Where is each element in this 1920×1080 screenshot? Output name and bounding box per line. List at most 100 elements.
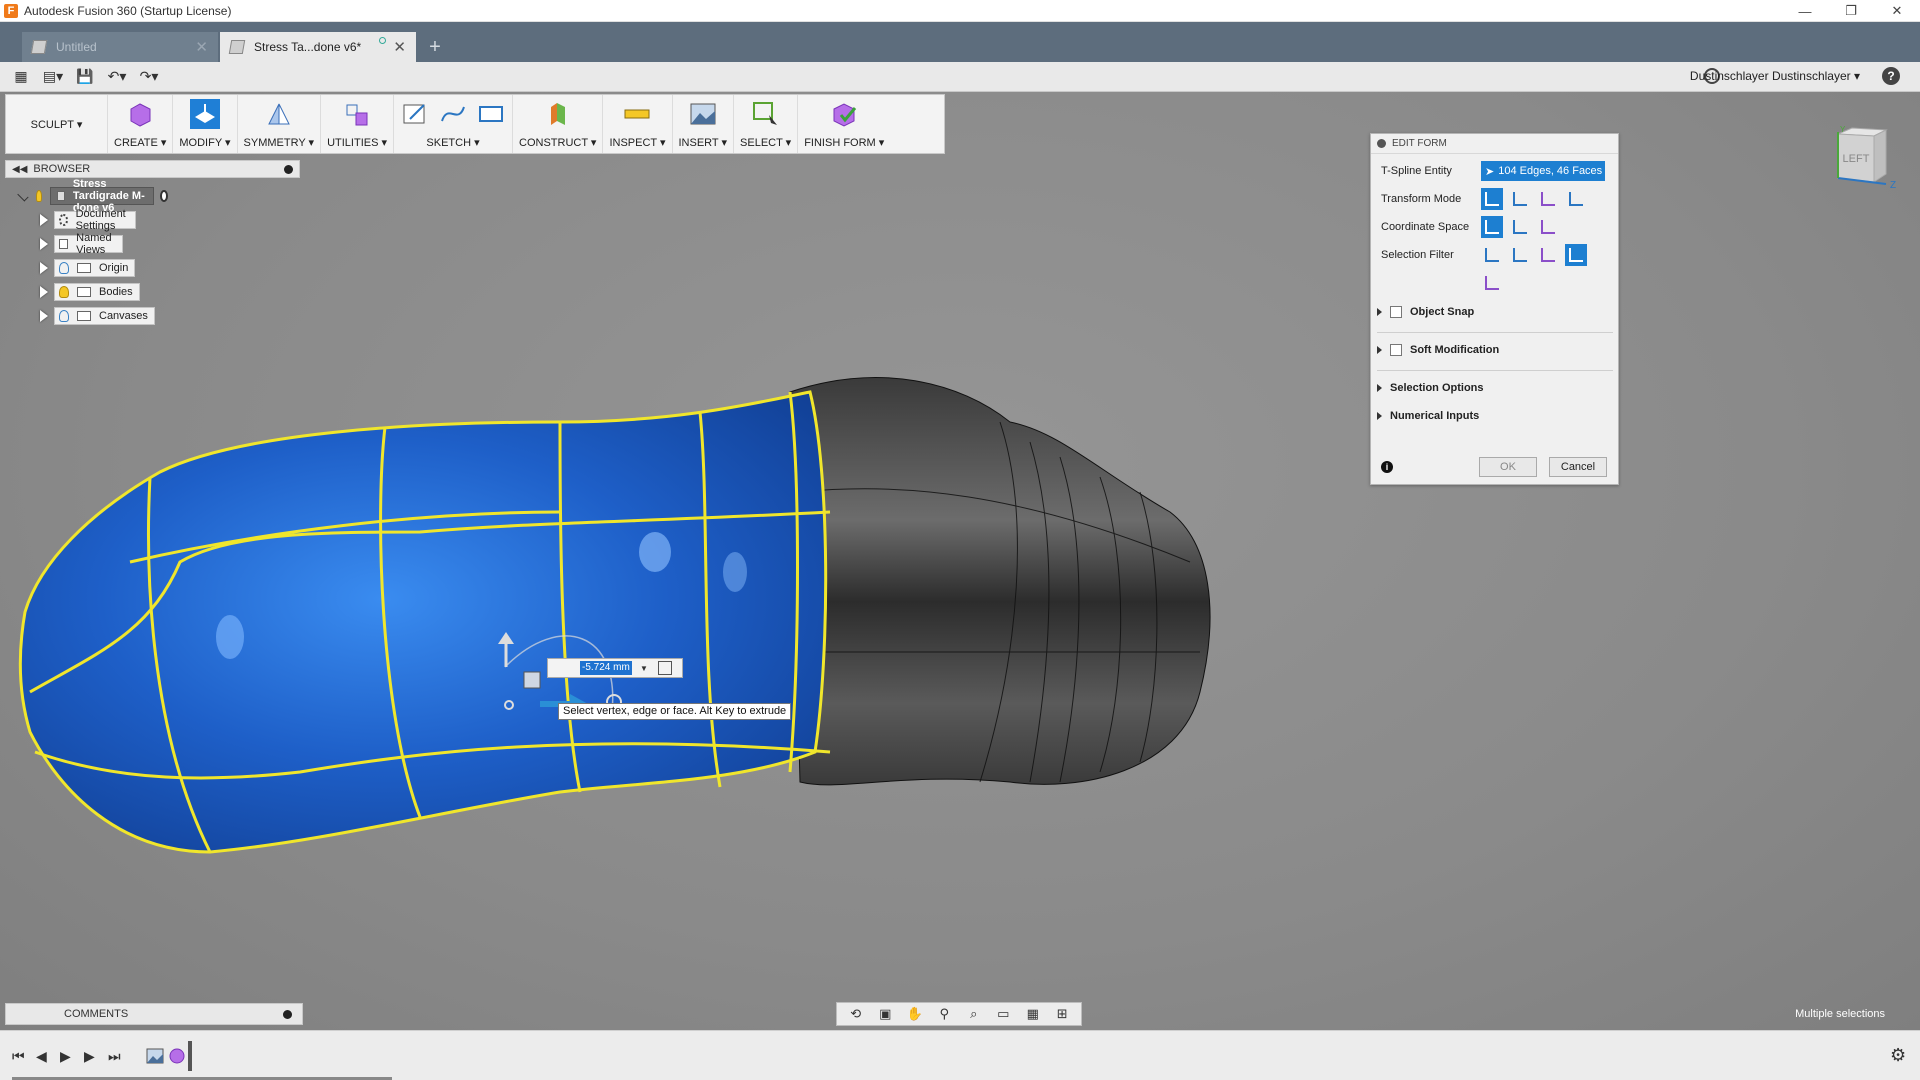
soft-modification-checkbox[interactable] bbox=[1390, 344, 1402, 356]
modify-menu[interactable]: MODIFY ▾ bbox=[173, 95, 238, 153]
display-settings-icon[interactable]: ▭ bbox=[994, 1006, 1012, 1022]
workspace-switcher[interactable]: SCULPT ▾ bbox=[6, 95, 108, 153]
new-tab-button[interactable]: + bbox=[424, 36, 446, 58]
info-icon[interactable]: i bbox=[1381, 461, 1393, 473]
distance-input-box[interactable]: -5.724 mm ▼ bbox=[547, 658, 683, 678]
tab-untitled[interactable]: Untitled ✕ bbox=[22, 32, 218, 62]
close-window-button[interactable]: ✕ bbox=[1874, 0, 1920, 22]
expand-icon[interactable] bbox=[40, 286, 48, 298]
select-menu[interactable]: SELECT ▾ bbox=[734, 95, 799, 153]
object-snap-checkbox[interactable] bbox=[1390, 306, 1402, 318]
ok-button[interactable]: OK bbox=[1479, 457, 1537, 477]
pin-icon[interactable] bbox=[284, 164, 293, 174]
tree-item-origin[interactable]: Origin bbox=[40, 258, 136, 278]
multi-transform-icon[interactable] bbox=[1481, 188, 1503, 210]
sketch-menu[interactable]: SKETCH ▾ bbox=[394, 95, 513, 153]
all-filter-icon[interactable] bbox=[1565, 244, 1587, 266]
timeline-settings-gear-icon[interactable]: ⚙ bbox=[1890, 1046, 1908, 1064]
look-at-icon[interactable]: ▣ bbox=[876, 1006, 894, 1022]
save-icon[interactable]: 💾 bbox=[74, 66, 96, 88]
tab-stress-tardigrade[interactable]: Stress Ta...done v6* ✕ bbox=[220, 32, 416, 62]
comments-panel[interactable]: COMMENTS bbox=[5, 1003, 303, 1025]
3d-viewport[interactable] bbox=[0, 92, 1920, 1030]
help-icon[interactable]: ? bbox=[1882, 67, 1900, 85]
expand-icon[interactable] bbox=[40, 310, 48, 322]
view-cube[interactable]: LEFT Z Y bbox=[1830, 124, 1896, 190]
t-spline-entity-selector[interactable]: ➤ 104 Edges, 46 Faces bbox=[1481, 161, 1605, 181]
grey-body-surface[interactable] bbox=[789, 377, 1211, 786]
add-comment-icon[interactable] bbox=[283, 1010, 292, 1019]
file-menu-icon[interactable]: ▤▾ bbox=[42, 66, 64, 88]
pan-icon[interactable]: ✋ bbox=[906, 1006, 924, 1022]
redo-icon[interactable]: ↷▾ bbox=[138, 66, 160, 88]
tree-item-canvases[interactable]: Canvases bbox=[40, 306, 155, 326]
viewports-icon[interactable]: ⊞ bbox=[1053, 1006, 1071, 1022]
expand-icon[interactable] bbox=[1377, 308, 1382, 316]
user-account-menu[interactable]: Dustinschlayer Dustinschlayer ▾ bbox=[1690, 69, 1860, 83]
expand-icon[interactable] bbox=[1377, 412, 1382, 420]
browser-panel-header[interactable]: ◀◀ BROWSER bbox=[5, 160, 300, 178]
form-timeline-icon[interactable] bbox=[168, 1047, 186, 1065]
local-space-icon[interactable] bbox=[1537, 216, 1559, 238]
numerical-inputs-section[interactable]: Numerical Inputs bbox=[1377, 410, 1479, 422]
go-to-end-icon[interactable]: ⏭ bbox=[108, 1048, 121, 1065]
minimize-button[interactable]: — bbox=[1782, 0, 1828, 22]
view-space-icon[interactable] bbox=[1509, 216, 1531, 238]
restore-button[interactable]: ❐ bbox=[1828, 0, 1874, 22]
play-icon[interactable]: ▶ bbox=[60, 1048, 71, 1065]
expand-icon[interactable] bbox=[40, 238, 48, 250]
close-tab-icon[interactable]: ✕ bbox=[195, 38, 208, 56]
visibility-bulb-icon[interactable] bbox=[35, 190, 42, 202]
distance-value-field[interactable]: -5.724 mm bbox=[580, 661, 632, 675]
collapse-panel-icon[interactable]: ◀◀ bbox=[12, 164, 27, 175]
create-menu[interactable]: CREATE ▾ bbox=[108, 95, 174, 153]
visibility-bulb-icon[interactable] bbox=[59, 310, 69, 322]
collapse-dialog-icon[interactable] bbox=[1377, 139, 1386, 148]
undo-icon[interactable]: ↶▾ bbox=[106, 66, 128, 88]
visibility-bulb-icon[interactable] bbox=[59, 286, 69, 298]
timeline-bar: ⏮ ◀ ▶ ▶ ⏭ ⚙ bbox=[0, 1030, 1920, 1080]
expand-icon[interactable] bbox=[1377, 384, 1382, 392]
symmetry-menu[interactable]: SYMMETRY ▾ bbox=[238, 95, 322, 153]
orbit-icon[interactable]: ⟲ bbox=[847, 1006, 865, 1022]
soft-modification-section[interactable]: Soft Modification bbox=[1377, 344, 1499, 356]
step-back-icon[interactable]: ◀ bbox=[36, 1048, 47, 1065]
selection-options-section[interactable]: Selection Options bbox=[1377, 382, 1484, 394]
go-to-start-icon[interactable]: ⏮ bbox=[12, 1048, 25, 1065]
construct-menu[interactable]: CONSTRUCT ▾ bbox=[513, 95, 604, 153]
insert-menu[interactable]: INSERT ▾ bbox=[673, 95, 735, 153]
canvas-timeline-icon[interactable] bbox=[146, 1047, 164, 1065]
tree-item-document-settings[interactable]: Document Settings bbox=[40, 208, 137, 232]
world-space-icon[interactable] bbox=[1481, 216, 1503, 238]
step-forward-icon[interactable]: ▶ bbox=[84, 1048, 95, 1065]
zoom-icon[interactable]: ⚲ bbox=[935, 1006, 953, 1022]
translate-icon[interactable] bbox=[1509, 188, 1531, 210]
expand-icon[interactable] bbox=[40, 262, 48, 274]
inspect-menu[interactable]: INSPECT ▾ bbox=[603, 95, 673, 153]
visibility-bulb-icon[interactable] bbox=[59, 262, 69, 274]
rotate-icon[interactable] bbox=[1537, 188, 1559, 210]
close-tab-icon[interactable]: ✕ bbox=[393, 38, 406, 56]
fit-icon[interactable]: ⌕ bbox=[965, 1006, 983, 1022]
tree-item-bodies[interactable]: Bodies bbox=[40, 282, 140, 302]
vertex-filter-icon[interactable] bbox=[1481, 244, 1503, 266]
face-filter-icon[interactable] bbox=[1537, 244, 1559, 266]
finish-form-menu[interactable]: FINISH FORM ▾ bbox=[798, 95, 890, 153]
edge-filter-icon[interactable] bbox=[1509, 244, 1531, 266]
utilities-menu[interactable]: UTILITIES ▾ bbox=[321, 95, 394, 153]
t-spline-model[interactable] bbox=[0, 92, 1920, 1030]
body-filter-icon[interactable] bbox=[1481, 272, 1503, 294]
activate-component-icon[interactable] bbox=[159, 190, 169, 202]
grid-icon[interactable]: ▦ bbox=[1024, 1006, 1042, 1022]
scale-icon[interactable] bbox=[1565, 188, 1587, 210]
data-panel-grid-icon[interactable]: ▦ bbox=[10, 66, 32, 88]
tree-root-component[interactable]: Stress Tardigrade M-done v6 bbox=[17, 178, 169, 214]
chevron-down-icon[interactable]: ▼ bbox=[640, 664, 648, 673]
tree-item-named-views[interactable]: Named Views bbox=[40, 232, 124, 256]
manipulator-options-icon[interactable] bbox=[657, 661, 672, 675]
cancel-button[interactable]: Cancel bbox=[1549, 457, 1607, 477]
timeline-marker[interactable] bbox=[188, 1041, 192, 1071]
expand-icon[interactable] bbox=[40, 214, 48, 226]
expand-icon[interactable] bbox=[1377, 346, 1382, 354]
object-snap-section[interactable]: Object Snap bbox=[1377, 306, 1474, 318]
